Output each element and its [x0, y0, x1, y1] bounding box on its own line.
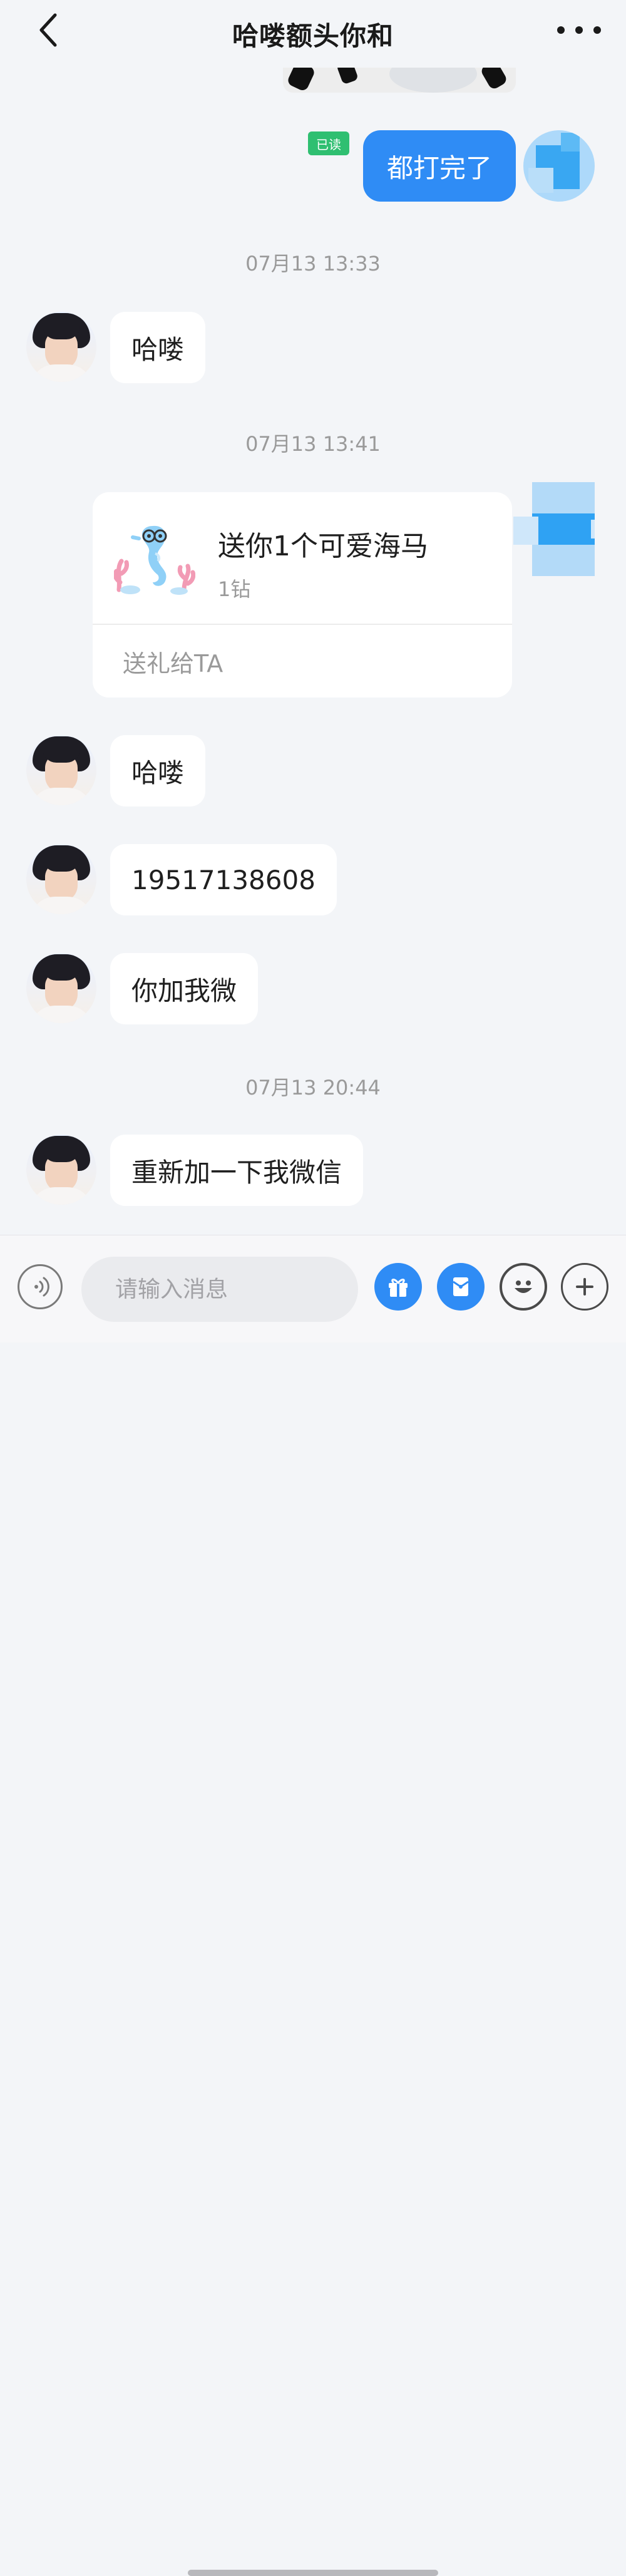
my-avatar[interactable]: [523, 130, 595, 202]
message-input[interactable]: [81, 1257, 358, 1322]
gift-card[interactable]: 送你1个可爱海马 1钻 送礼给TA: [93, 492, 512, 698]
more-actions-button[interactable]: [561, 1263, 608, 1311]
emoji-button[interactable]: [500, 1263, 547, 1311]
voice-icon: [34, 1277, 49, 1297]
read-status-badge: 已读: [308, 131, 349, 155]
plus-icon: [576, 1278, 593, 1296]
outgoing-message-bubble[interactable]: 都打完了: [363, 130, 516, 202]
contact-avatar[interactable]: [26, 844, 96, 914]
seahorse-gift-icon: [114, 525, 195, 595]
more-button[interactable]: [557, 18, 601, 43]
incoming-message-bubble[interactable]: 你加我微: [110, 953, 259, 1024]
my-avatar[interactable]: [513, 482, 595, 576]
gift-icon: [389, 1279, 408, 1297]
send-gift-button[interactable]: 送礼给TA: [123, 636, 223, 686]
contact-avatar[interactable]: [26, 1135, 96, 1205]
gift-button[interactable]: [374, 1263, 422, 1311]
input-bar: [0, 1235, 626, 2576]
incoming-message-bubble[interactable]: 哈喽: [110, 312, 206, 383]
gift-title: 送你1个可爱海马: [218, 530, 428, 562]
message-timestamp: 07月13 13:41: [245, 432, 381, 456]
more-dots-icon: [557, 26, 565, 34]
gift-card-header: 送你1个可爱海马 1钻: [93, 492, 512, 624]
chat-title: 哈喽额头你和: [232, 21, 394, 51]
divider: [93, 624, 512, 625]
contact-avatar[interactable]: [26, 312, 96, 382]
emoji-icon: [515, 1280, 532, 1293]
incoming-message-bubble[interactable]: 19517138608: [110, 844, 337, 915]
incoming-message-bubble[interactable]: 重新加一下我微信: [110, 1135, 364, 1206]
incoming-message-bubble[interactable]: 哈喽: [110, 735, 206, 806]
contact-avatar[interactable]: [26, 953, 96, 1023]
message-timestamp: 07月13 20:44: [245, 1076, 381, 1100]
gift-price: 1钻: [218, 577, 251, 601]
home-indicator: [188, 2570, 438, 2576]
message-timestamp: 07月13 13:33: [245, 252, 381, 276]
previous-image-message[interactable]: [283, 68, 516, 93]
red-packet-icon: [453, 1277, 469, 1296]
red-packet-button[interactable]: [437, 1263, 485, 1311]
contact-avatar[interactable]: [26, 735, 96, 805]
top-bar: 哈喽额头你和: [0, 0, 626, 63]
message-list[interactable]: 已读 都打完了 07月13 13:33 哈喽 07月13 13:41 送你1个可…: [0, 0, 626, 1234]
voice-button[interactable]: [18, 1264, 63, 1309]
